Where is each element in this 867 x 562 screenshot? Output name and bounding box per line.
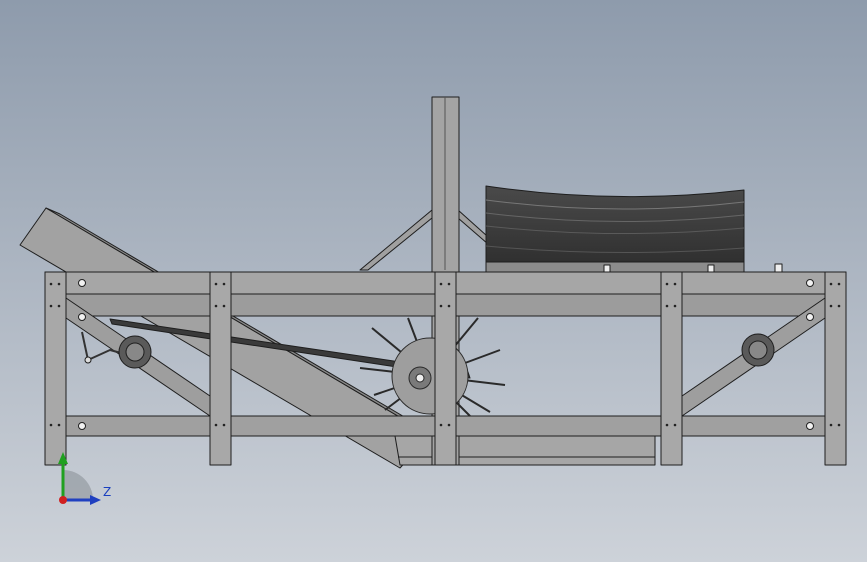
leg-2 xyxy=(209,271,232,466)
right-wheel xyxy=(741,333,775,367)
leg-left xyxy=(44,271,67,466)
triad-x-origin xyxy=(59,496,67,504)
triad-z-label: Z xyxy=(103,485,112,499)
leg-center xyxy=(434,271,457,466)
left-wheel xyxy=(118,335,152,369)
leg-4 xyxy=(660,271,683,466)
machine-drawing xyxy=(0,0,867,562)
belt-hopper xyxy=(485,185,783,273)
leg-right xyxy=(824,271,847,466)
cad-viewport[interactable]: Z xyxy=(0,0,867,562)
